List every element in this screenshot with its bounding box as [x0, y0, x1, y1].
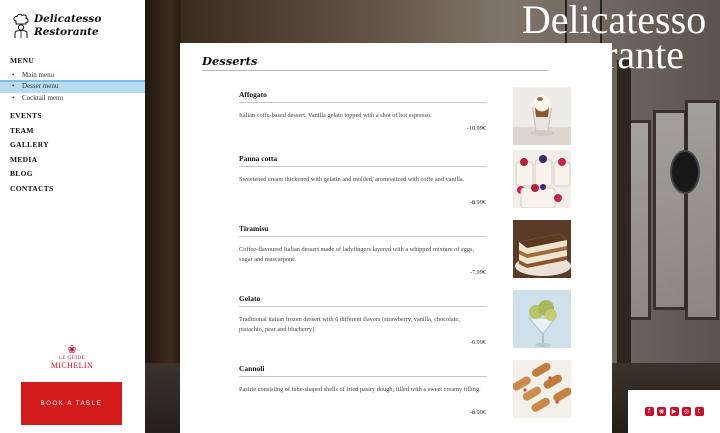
- nav-dessert-menu[interactable]: Desser menu: [0, 81, 145, 93]
- nav-team[interactable]: TEAM: [10, 124, 145, 139]
- michelin-badge: ❀ LE GUIDE MICHELIN: [48, 344, 96, 371]
- book-a-table-button[interactable]: BOOK A TABLE: [21, 382, 122, 425]
- item-photo: [513, 360, 571, 418]
- item-price: -8.99€: [469, 199, 486, 206]
- michelin-star-icon: ❀: [67, 344, 77, 356]
- item-photo: [513, 220, 571, 278]
- facebook-icon[interactable]: f: [644, 407, 654, 416]
- item-price: -8.99€: [469, 409, 486, 416]
- item-photo: [513, 150, 571, 208]
- logo-line2: Restorante: [34, 26, 99, 38]
- nav-events[interactable]: EVENTS: [10, 109, 145, 124]
- item-description: Sweetened cream thickened with gelatin a…: [239, 176, 465, 183]
- active-item-indicator: [0, 80, 145, 82]
- social-links: f ◉ ▶ ◎ t: [628, 390, 720, 433]
- item-divider: [239, 376, 487, 377]
- nav-cocktail-menu[interactable]: Cocktail menu: [10, 93, 145, 105]
- item-photo: [513, 87, 571, 145]
- item-divider: [239, 236, 487, 237]
- item-name: Panna cotta: [239, 154, 278, 163]
- youtube-icon[interactable]: ▶: [669, 407, 679, 416]
- item-description: Traditional italian frozen dessert with …: [239, 316, 460, 333]
- tripadvisor-icon[interactable]: ◎: [682, 407, 691, 416]
- sidebar: Delicatesso Restorante MENU Main menu De…: [0, 0, 145, 433]
- menu-item: Gelato Traditional italian frozen desser…: [239, 294, 487, 346]
- item-name: Tiramisu: [239, 224, 269, 233]
- item-divider: [239, 102, 487, 103]
- dessert-menu-card: Desserts Affogato Italian coffe-based de…: [180, 43, 612, 433]
- item-description: Coffee-flavoured Italian dessert made of…: [239, 246, 475, 263]
- menu-item: Cannoli Pastrie consisting of tube-shape…: [239, 364, 487, 416]
- nav-blog[interactable]: BLOG: [10, 167, 145, 182]
- item-description: Italian coffe-based dessert. Vanilla gel…: [239, 112, 432, 119]
- nav-contacts[interactable]: CONTACTS: [10, 182, 145, 197]
- item-name: Affogato: [239, 90, 267, 99]
- logo-line1: Delicatesso: [34, 13, 102, 25]
- nav-gallery[interactable]: GALLERY: [10, 138, 145, 153]
- item-photo: [513, 290, 571, 348]
- twitter-icon[interactable]: t: [694, 407, 704, 416]
- menu-item: Panna cotta Sweetened cream thickened wi…: [239, 154, 487, 206]
- item-divider: [239, 166, 487, 167]
- item-description: Pastrie consisting of tube-shaped shells…: [239, 386, 481, 393]
- logo-text: Delicatesso Restorante: [34, 13, 101, 39]
- menu-item: Affogato Italian coffe-based dessert. Va…: [239, 90, 487, 132]
- logo[interactable]: Delicatesso Restorante: [12, 13, 101, 39]
- item-divider: [239, 306, 487, 307]
- menu-submenu: Main menu Desser menu Cocktail menu: [0, 70, 145, 105]
- michelin-brand: MICHELIN: [50, 361, 94, 370]
- nav-media[interactable]: MEDIA: [10, 153, 145, 168]
- menu-item: Tiramisu Coffee-flavoured Italian desser…: [239, 224, 487, 276]
- item-price: -6.99€: [469, 339, 486, 346]
- chef-icon: [13, 13, 29, 38]
- main-nav: MENU Main menu Desser menu Cocktail menu…: [0, 54, 145, 197]
- section-title: Desserts: [202, 54, 258, 68]
- nav-menu[interactable]: MENU: [10, 54, 145, 69]
- item-name: Cannoli: [239, 364, 265, 373]
- item-price: -7.99€: [469, 269, 486, 276]
- item-price: -10.99€: [466, 125, 486, 132]
- instagram-icon[interactable]: ◉: [657, 407, 666, 416]
- item-name: Gelato: [239, 294, 261, 303]
- title-divider: [202, 70, 548, 71]
